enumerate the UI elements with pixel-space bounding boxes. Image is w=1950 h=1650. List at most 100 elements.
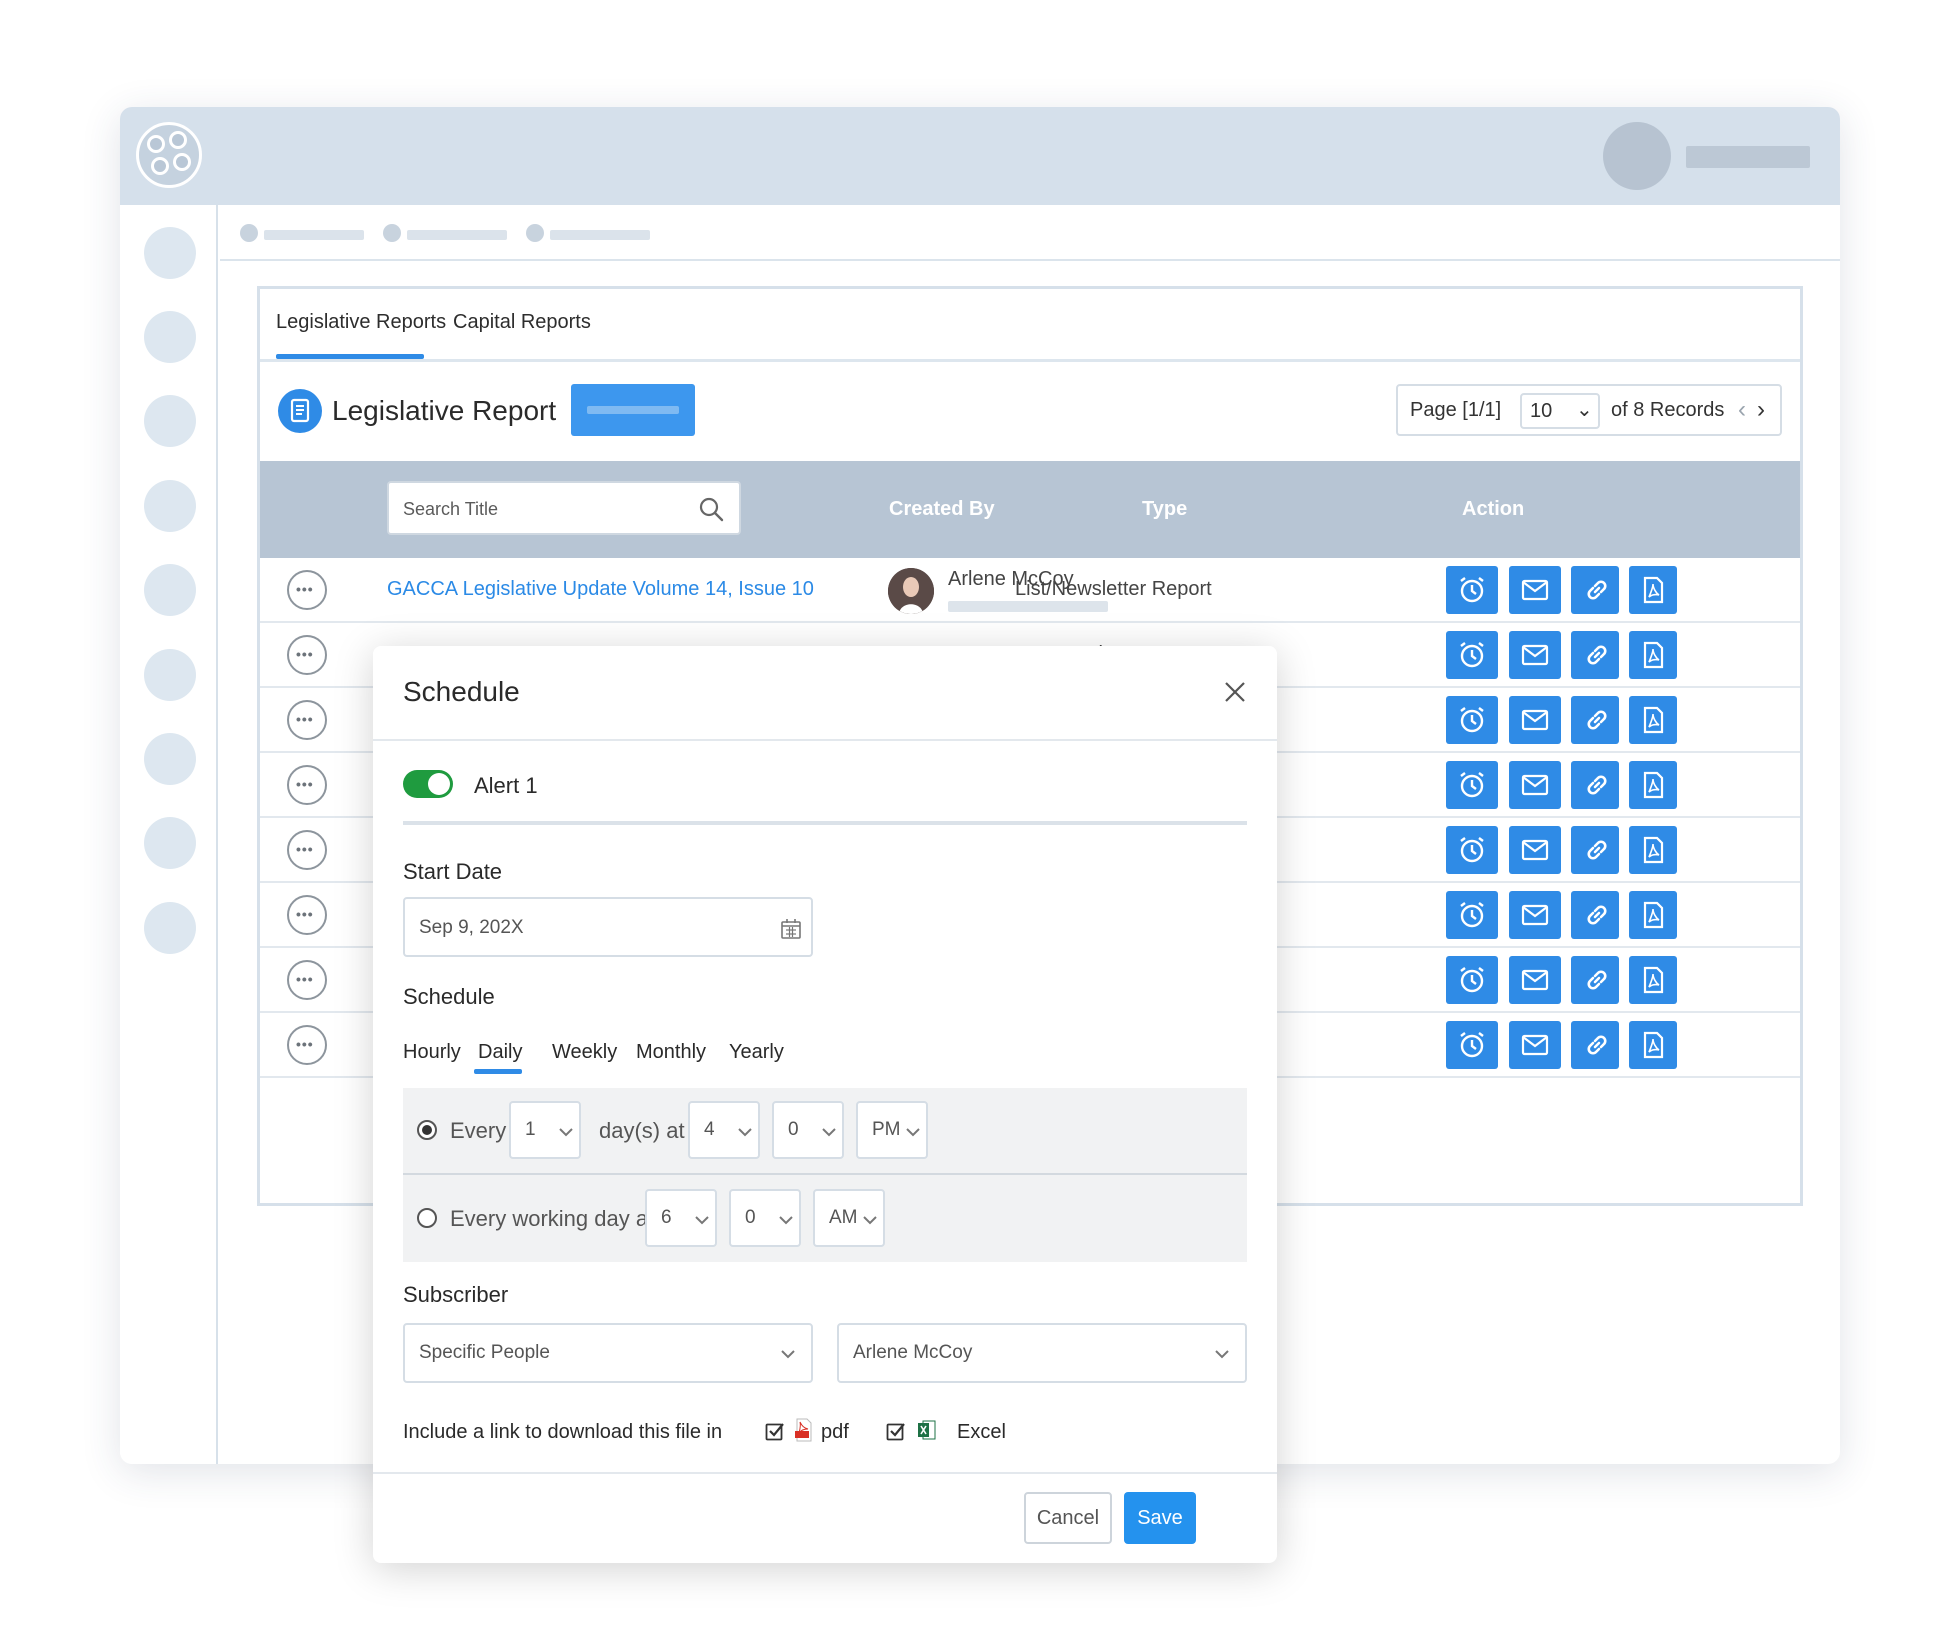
report-title-link[interactable]: GACCA Legislative Update Volume 14, Issu… <box>387 578 814 601</box>
every-days-radio[interactable] <box>417 1120 437 1140</box>
link-button[interactable] <box>1571 631 1619 679</box>
link-button[interactable] <box>1571 956 1619 1004</box>
start-date-field[interactable]: Sep 9, 202X <box>403 897 813 957</box>
tab-weekly[interactable]: Weekly <box>552 1041 617 1064</box>
save-button[interactable]: Save <box>1124 1492 1196 1544</box>
pdf-checkbox[interactable] <box>765 1421 785 1441</box>
tab-capital-reports[interactable]: Capital Reports <box>453 311 591 334</box>
days-select[interactable]: 1 <box>509 1101 581 1159</box>
tab-yearly[interactable]: Yearly <box>729 1041 784 1064</box>
working-ampm-select[interactable]: AM <box>813 1189 885 1247</box>
excel-file-icon <box>918 1420 936 1440</box>
link-button[interactable] <box>1571 761 1619 809</box>
more-options-icon[interactable]: ••• <box>287 635 327 675</box>
mail-button[interactable] <box>1509 891 1561 939</box>
page-size-select[interactable]: 10 ⌄ <box>1520 393 1600 429</box>
mail-button[interactable] <box>1509 1021 1561 1069</box>
sidebar-nav-item[interactable] <box>144 817 196 869</box>
mail-button[interactable] <box>1509 761 1561 809</box>
breadcrumb-item[interactable] <box>264 230 364 240</box>
user-name-placeholder[interactable] <box>1686 146 1810 168</box>
pdf-button[interactable] <box>1629 631 1677 679</box>
app-logo[interactable] <box>136 122 202 188</box>
pdf-button[interactable] <box>1629 1021 1677 1069</box>
subscriber-person-select[interactable]: Arlene McCoy <box>837 1323 1247 1383</box>
sidebar-nav-item[interactable] <box>144 902 196 954</box>
pdf-file-icon <box>795 1418 812 1442</box>
tab-legislative-reports[interactable]: Legislative Reports <box>276 311 446 334</box>
alarm-clock-button[interactable] <box>1446 761 1498 809</box>
excel-checkbox[interactable] <box>886 1421 906 1441</box>
more-options-icon[interactable]: ••• <box>287 960 327 1000</box>
link-button[interactable] <box>1571 566 1619 614</box>
pdf-button[interactable] <box>1629 891 1677 939</box>
previous-page-icon[interactable]: ‹ <box>1738 396 1746 424</box>
more-options-icon[interactable]: ••• <box>287 700 327 740</box>
start-date-label: Start Date <box>403 859 503 884</box>
tab-monthly[interactable]: Monthly <box>636 1041 706 1064</box>
pdf-icon <box>1643 576 1664 604</box>
column-header-type[interactable]: Type <box>1142 498 1187 521</box>
breadcrumb-dot <box>526 224 544 242</box>
alarm-clock-button[interactable] <box>1446 566 1498 614</box>
more-options-icon[interactable]: ••• <box>287 570 327 610</box>
pdf-button[interactable] <box>1629 696 1677 744</box>
alarm-clock-button[interactable] <box>1446 891 1498 939</box>
calendar-icon[interactable] <box>779 917 803 941</box>
working-minute-select[interactable]: 0 <box>729 1189 801 1247</box>
alarm-clock-button[interactable] <box>1446 826 1498 874</box>
mail-button[interactable] <box>1509 566 1561 614</box>
alarm-clock-button[interactable] <box>1446 696 1498 744</box>
link-icon <box>1587 970 1607 990</box>
pdf-button[interactable] <box>1629 566 1677 614</box>
working-day-radio[interactable] <box>417 1208 437 1228</box>
sidebar-nav-item[interactable] <box>144 227 196 279</box>
subscriber-type-select[interactable]: Specific People <box>403 1323 813 1383</box>
alarm-clock-button[interactable] <box>1446 956 1498 1004</box>
more-options-icon[interactable]: ••• <box>287 895 327 935</box>
cancel-button[interactable]: Cancel <box>1024 1492 1112 1544</box>
working-hour-select[interactable]: 6 <box>645 1189 717 1247</box>
pdf-button[interactable] <box>1629 761 1677 809</box>
link-button[interactable] <box>1571 696 1619 744</box>
alarm-clock-button[interactable] <box>1446 631 1498 679</box>
sidebar-nav-item[interactable] <box>144 395 196 447</box>
alarm-clock-button[interactable] <box>1446 1021 1498 1069</box>
column-header-created-by[interactable]: Created By <box>889 498 995 521</box>
breadcrumb-item[interactable] <box>407 230 507 240</box>
tab-daily[interactable]: Daily <box>478 1041 522 1064</box>
mail-button[interactable] <box>1509 631 1561 679</box>
pdf-button[interactable] <box>1629 826 1677 874</box>
every-ampm-select[interactable]: PM <box>856 1101 928 1159</box>
sidebar-nav-item[interactable] <box>144 649 196 701</box>
every-hour-select[interactable]: 4 <box>688 1101 760 1159</box>
sidebar-nav-item[interactable] <box>144 564 196 616</box>
sidebar-nav-item[interactable] <box>144 480 196 532</box>
link-icon <box>1587 1035 1607 1055</box>
sidebar-nav-item[interactable] <box>144 733 196 785</box>
report-document-icon <box>278 389 322 433</box>
pdf-button[interactable] <box>1629 956 1677 1004</box>
more-options-icon[interactable]: ••• <box>287 1025 327 1065</box>
breadcrumb-item[interactable] <box>550 230 650 240</box>
report-action-button[interactable] <box>571 384 695 436</box>
mail-button[interactable] <box>1509 826 1561 874</box>
mail-button[interactable] <box>1509 696 1561 744</box>
table-row[interactable]: ••• GACCA Legislative Update Volume 14, I… <box>260 558 1800 623</box>
search-input[interactable]: Search Title <box>387 481 741 535</box>
mail-button[interactable] <box>1509 956 1561 1004</box>
search-icon[interactable] <box>697 495 725 523</box>
alert-toggle[interactable] <box>403 770 453 798</box>
user-avatar[interactable] <box>1603 122 1671 190</box>
link-button[interactable] <box>1571 1021 1619 1069</box>
every-minute-select[interactable]: 0 <box>772 1101 844 1159</box>
link-button[interactable] <box>1571 826 1619 874</box>
more-options-icon[interactable]: ••• <box>287 765 327 805</box>
sidebar-nav-item[interactable] <box>144 311 196 363</box>
more-options-icon[interactable]: ••• <box>287 830 327 870</box>
every-hour-value: 4 <box>704 1119 715 1140</box>
close-icon[interactable] <box>1219 676 1251 708</box>
link-button[interactable] <box>1571 891 1619 939</box>
next-page-icon[interactable]: › <box>1757 396 1765 424</box>
tab-hourly[interactable]: Hourly <box>403 1041 461 1064</box>
